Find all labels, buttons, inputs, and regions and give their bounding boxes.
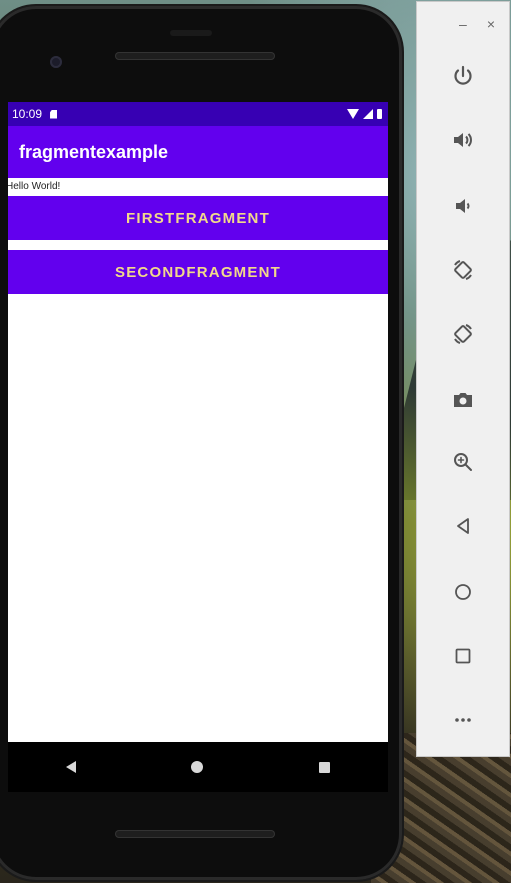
zoom-button[interactable] (417, 442, 509, 482)
cell-signal-icon (363, 109, 373, 119)
overview-icon (455, 648, 471, 664)
device-top-speaker (115, 52, 275, 60)
emulator-toolbar: – × (417, 2, 509, 756)
rotate-right-icon (454, 324, 472, 344)
more-button[interactable] (417, 700, 509, 740)
wifi-icon (347, 109, 359, 119)
android-nav-bar (8, 742, 388, 792)
nav-recents-icon[interactable] (319, 761, 331, 773)
device-screen: 10:09 fragmentexample Hello World! FIRST… (8, 102, 388, 742)
device-front-camera (50, 56, 62, 68)
app-title: fragmentexample (19, 141, 169, 162)
nav-home-icon[interactable] (191, 761, 204, 773)
volume-up-icon (454, 133, 472, 147)
minimize-button[interactable]: – (459, 16, 467, 36)
home-icon (455, 584, 471, 600)
overview-button[interactable] (417, 636, 509, 676)
status-time: 10:09 (12, 107, 43, 121)
device-top-notch (170, 30, 212, 36)
rotate-left-button[interactable] (417, 250, 509, 290)
app-bar: fragmentexample (8, 126, 388, 178)
volume-up-button[interactable] (417, 120, 509, 160)
rotate-right-button[interactable] (417, 314, 509, 354)
device-bottom-speaker (115, 830, 275, 838)
screenshot-button[interactable] (417, 380, 509, 420)
volume-down-button[interactable] (417, 186, 509, 226)
back-button[interactable] (417, 506, 509, 546)
first-fragment-button[interactable]: FIRSTFRAGMENT (8, 196, 388, 240)
power-icon (454, 65, 472, 85)
back-icon (457, 518, 469, 534)
sd-card-icon (50, 109, 58, 119)
camera-icon (454, 393, 472, 407)
more-icon (455, 718, 471, 722)
nav-back-icon[interactable] (65, 761, 76, 773)
home-button[interactable] (417, 572, 509, 612)
zoom-in-icon (454, 453, 472, 471)
battery-icon (377, 109, 382, 119)
status-bar: 10:09 (8, 102, 388, 126)
rotate-left-icon (454, 260, 472, 280)
close-button[interactable]: × (487, 16, 495, 36)
second-fragment-button[interactable]: SECONDFRAGMENT (8, 250, 388, 294)
window-controls: – × (417, 16, 509, 36)
volume-down-icon (456, 199, 470, 213)
hello-world-text: Hello World! (8, 181, 61, 192)
power-button[interactable] (417, 56, 509, 96)
